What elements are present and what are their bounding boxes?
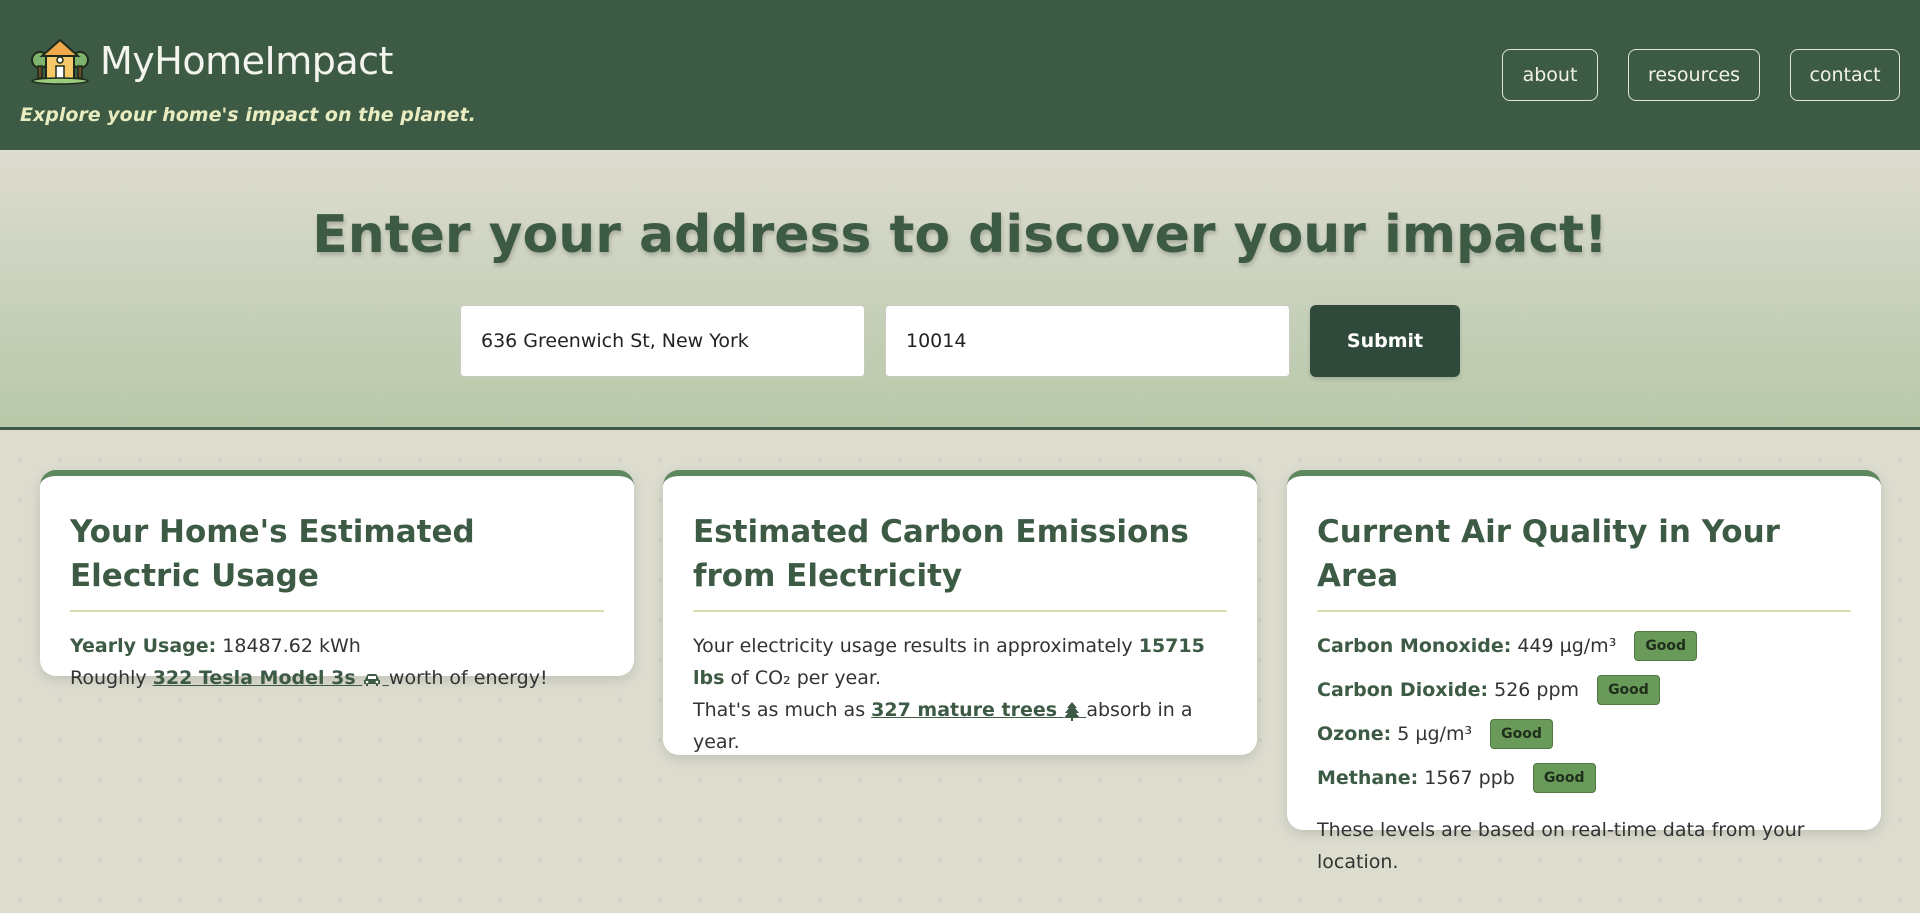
air-card-title: Current Air Quality in Your Area [1317, 510, 1851, 612]
nav-about-button[interactable]: about [1502, 49, 1598, 101]
electric-card-title: Your Home's Estimated Electric Usage [70, 510, 604, 612]
aq-label: Carbon Dioxide: [1317, 679, 1489, 701]
trees-line: That's as much as 327 mature trees absor… [693, 694, 1227, 758]
aq-label: Ozone: [1317, 723, 1392, 745]
trees-prefix: That's as much as [693, 699, 866, 721]
aq-value: 449 µg/m³ [1517, 635, 1617, 657]
aq-row-methane: Methane: 1567 ppb Good [1317, 762, 1851, 794]
house-trees-icon [31, 38, 89, 85]
status-badge: Good [1597, 675, 1660, 705]
aq-label: Methane: [1317, 767, 1419, 789]
aq-label: Carbon Monoxide: [1317, 635, 1512, 657]
trees-link[interactable]: 327 mature trees [871, 699, 1086, 721]
yearly-usage-line: Yearly Usage: 18487.62 kWh [70, 630, 604, 662]
roughly-prefix: Roughly [70, 667, 147, 689]
aq-value: 5 µg/m³ [1397, 723, 1473, 745]
aq-value: 1567 ppb [1424, 767, 1515, 789]
aq-value: 526 ppm [1494, 679, 1580, 701]
carbon-emissions-card: Estimated Carbon Emissions from Electric… [663, 470, 1257, 755]
aq-row-ozone: Ozone: 5 µg/m³ Good [1317, 718, 1851, 750]
emissions-prefix: Your electricity usage results in approx… [693, 635, 1133, 657]
tagline: Explore your home's impact on the planet… [20, 104, 476, 126]
address-input[interactable]: 636 Greenwich St, New York [460, 305, 865, 377]
status-badge: Good [1532, 763, 1596, 793]
zip-input[interactable]: 10014 [885, 305, 1290, 377]
hero-section: Enter your address to discover your impa… [0, 150, 1920, 430]
roughly-suffix: worth of energy! [388, 667, 548, 689]
tree-icon [1063, 701, 1080, 721]
nav-resources-button[interactable]: resources [1628, 49, 1760, 101]
tesla-link-text: 322 Tesla Model 3s [152, 667, 356, 689]
electric-usage-card: Your Home's Estimated Electric Usage Yea… [40, 470, 634, 689]
yearly-usage-value: 18487.62 kWh [222, 635, 361, 657]
carbon-card-title: Estimated Carbon Emissions from Electric… [693, 510, 1227, 612]
emissions-line: Your electricity usage results in approx… [693, 630, 1227, 694]
aq-row-carbon-dioxide: Carbon Dioxide: 526 ppm Good [1317, 674, 1851, 706]
address-value: 636 Greenwich St, New York [481, 330, 749, 352]
zip-value: 10014 [906, 330, 967, 352]
aq-note: These levels are based on real-time data… [1317, 819, 1805, 873]
emissions-suffix: of CO₂ per year. [730, 667, 881, 689]
hero-title: Enter your address to discover your impa… [312, 205, 1608, 265]
status-badge: Good [1634, 631, 1698, 661]
submit-button[interactable]: Submit [1310, 305, 1460, 377]
trees-link-text: 327 mature trees [871, 699, 1058, 721]
top-nav: about resources contact [1502, 49, 1900, 101]
car-icon [364, 673, 381, 686]
aq-row-carbon-monoxide: Carbon Monoxide: 449 µg/m³ Good [1317, 630, 1851, 662]
tesla-link[interactable]: 322 Tesla Model 3s [153, 667, 389, 689]
status-badge: Good [1490, 719, 1553, 749]
address-form: 636 Greenwich St, New York 10014 Submit [460, 305, 1460, 377]
logo[interactable]: MyHomeImpact [30, 36, 393, 86]
site-title: MyHomeImpact [100, 39, 393, 83]
yearly-usage-label: Yearly Usage: [70, 635, 217, 657]
tesla-comparison-line: Roughly 322 Tesla Model 3s worth of ener… [70, 662, 604, 694]
site-header: MyHomeImpact Explore your home's impact … [0, 0, 1920, 150]
nav-contact-button[interactable]: contact [1790, 49, 1900, 101]
air-quality-card: Current Air Quality in Your Area Carbon … [1287, 470, 1881, 873]
